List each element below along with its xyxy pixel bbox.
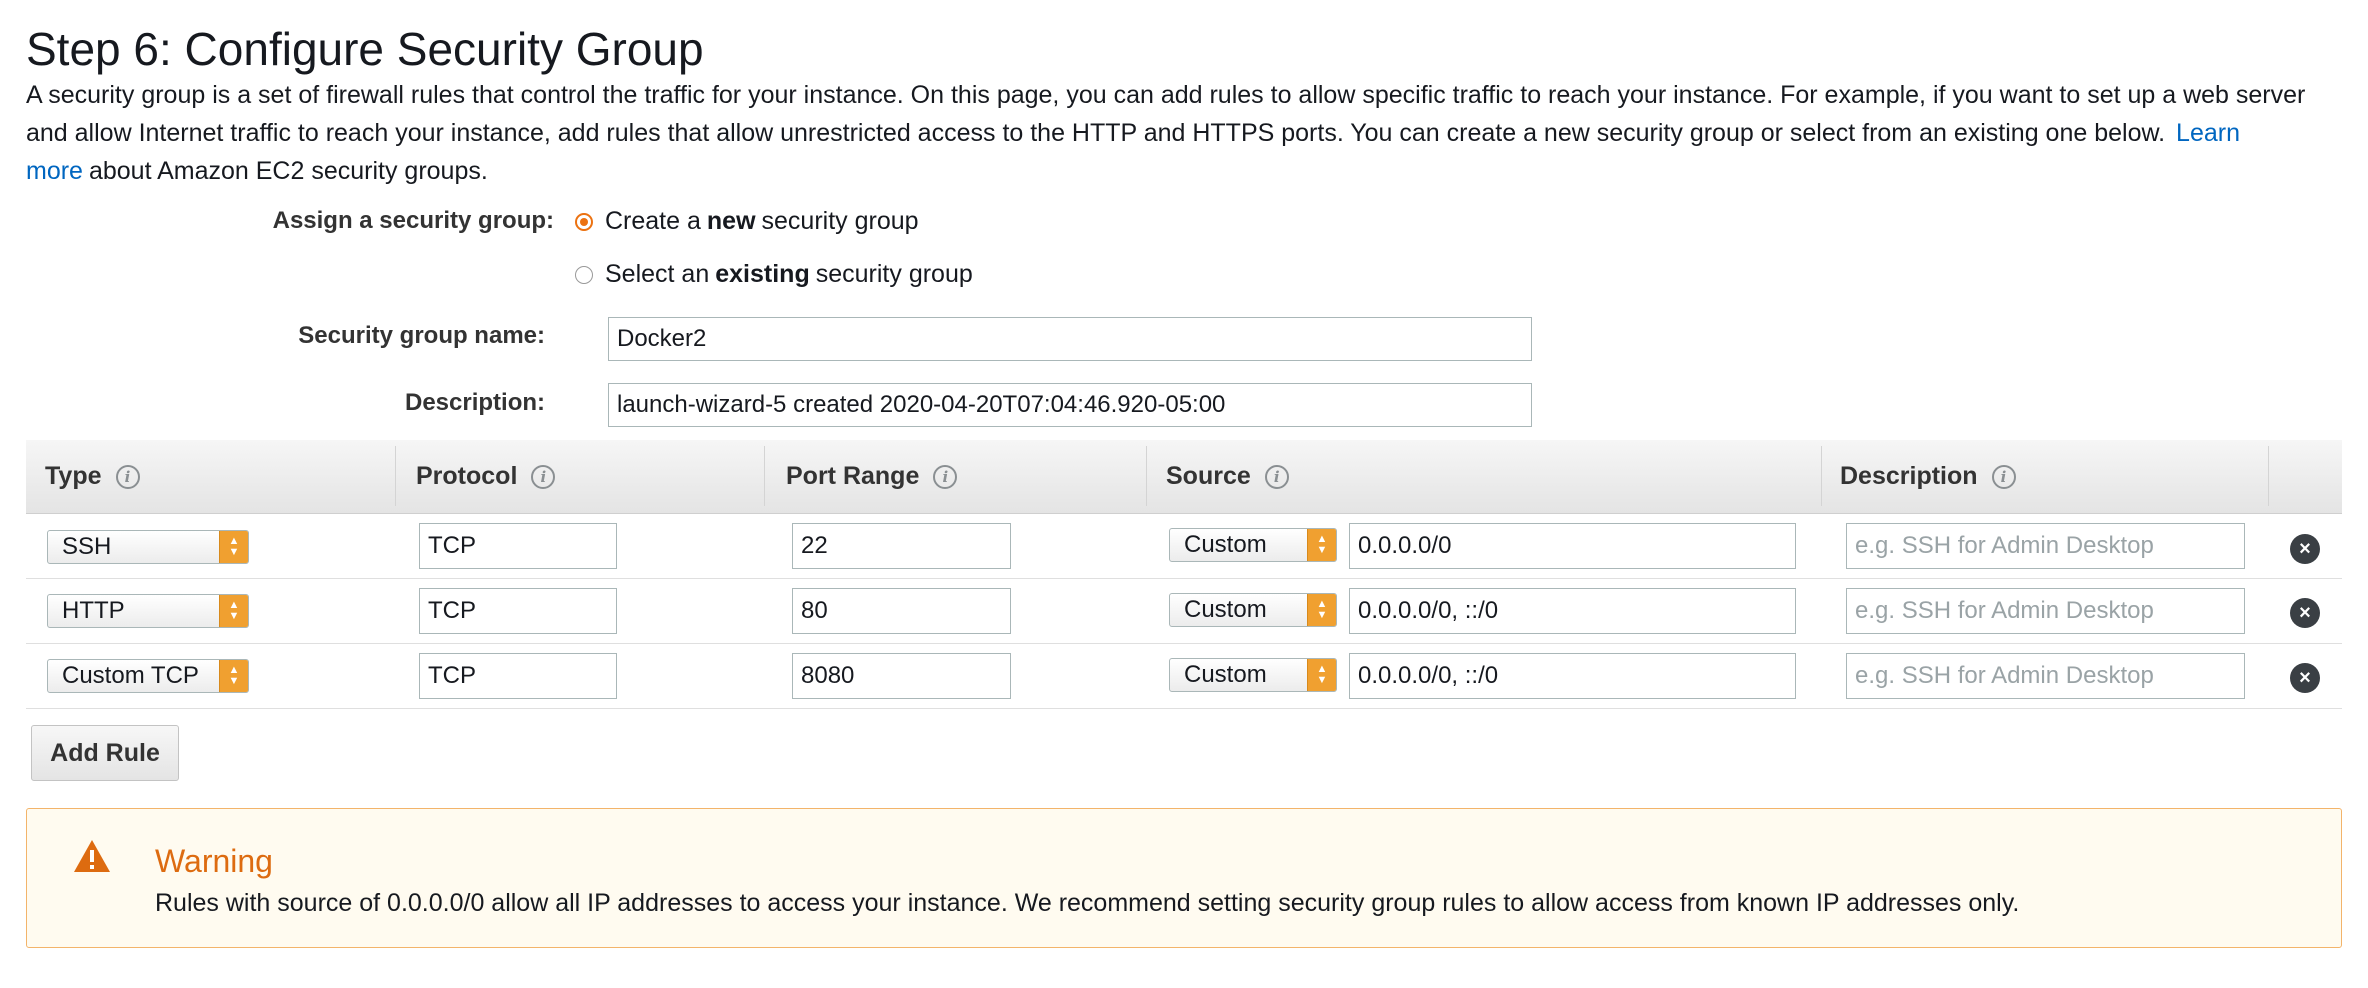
header-protocol-label: Protocol — [416, 462, 518, 490]
security-group-name-input[interactable] — [608, 317, 1532, 361]
source-cidr-input[interactable] — [1349, 523, 1796, 569]
source-cidr-input[interactable] — [1349, 588, 1796, 634]
warning-alert: Warning Rules with source of 0.0.0.0/0 a… — [26, 808, 2342, 948]
header-divider — [395, 446, 396, 506]
header-type-label: Type — [45, 462, 102, 490]
rule-description-input[interactable] — [1846, 653, 2245, 699]
intro-paragraph: A security group is a set of firewall ru… — [26, 76, 2346, 190]
row-divider — [26, 643, 2342, 644]
protocol-field[interactable] — [419, 588, 617, 634]
type-select[interactable]: Custom TCP ▲ ▼ — [47, 659, 249, 693]
chevron-updown-icon: ▲ ▼ — [1307, 659, 1336, 691]
header-divider — [1821, 446, 1822, 506]
info-icon[interactable]: i — [531, 464, 556, 489]
radio-select-existing-indicator[interactable] — [575, 265, 593, 284]
port-range-input[interactable] — [792, 523, 1011, 569]
header-source-label: Source — [1166, 462, 1251, 490]
warning-title: Warning — [155, 843, 273, 879]
rule-description-input[interactable] — [1846, 588, 2245, 634]
close-circle-icon[interactable]: × — [2290, 663, 2320, 693]
radio-create-new-indicator[interactable] — [575, 212, 593, 231]
close-circle-icon[interactable]: × — [2290, 534, 2320, 564]
rules-table-header: Type i Protocol i Port Range i Source i … — [26, 440, 2342, 514]
type-select[interactable]: HTTP ▲ ▼ — [47, 594, 249, 628]
port-range-input[interactable] — [792, 653, 1011, 699]
port-range-input[interactable] — [792, 588, 1011, 634]
intro-suffix: about Amazon EC2 security groups. — [88, 157, 488, 185]
header-port-range: Port Range i — [786, 440, 958, 513]
chevron-updown-icon: ▲ ▼ — [1307, 529, 1336, 561]
header-divider — [1146, 446, 1147, 506]
warning-triangle-icon — [74, 840, 110, 872]
source-cidr-input[interactable] — [1349, 653, 1796, 699]
assign-security-group-label: Assign a security group: — [272, 207, 554, 234]
type-select[interactable]: SSH ▲ ▼ — [47, 530, 249, 564]
radio-select-existing-bold: existing — [715, 260, 810, 288]
chevron-updown-icon: ▲ ▼ — [1307, 594, 1336, 626]
source-type-select[interactable]: Custom ▲ ▼ — [1169, 658, 1337, 692]
row-divider — [26, 708, 2342, 709]
page-title: Step 6: Configure Security Group — [26, 23, 704, 75]
chevron-updown-icon: ▲ ▼ — [219, 531, 248, 563]
rule-description-input[interactable] — [1846, 523, 2245, 569]
description-label: Description: — [404, 389, 545, 416]
security-group-name-label: Security group name: — [298, 322, 545, 349]
radio-select-existing-prefix: Select an — [605, 260, 710, 288]
radio-create-new[interactable]: Create a new security group — [575, 207, 919, 236]
intro-text: A security group is a set of firewall ru… — [26, 81, 2306, 147]
chevron-updown-icon: ▲ ▼ — [219, 595, 248, 627]
radio-select-existing-suffix: security group — [815, 260, 973, 288]
radio-create-new-bold: new — [706, 207, 756, 235]
protocol-field[interactable] — [419, 523, 617, 569]
header-source: Source i — [1166, 440, 1289, 513]
info-icon[interactable]: i — [1991, 464, 2016, 489]
row-divider — [26, 578, 2342, 579]
info-icon[interactable]: i — [1264, 464, 1289, 489]
header-divider — [764, 446, 765, 506]
radio-create-new-prefix: Create a — [605, 207, 701, 235]
description-input[interactable] — [608, 383, 1532, 427]
protocol-field[interactable] — [419, 653, 617, 699]
source-type-select[interactable]: Custom ▲ ▼ — [1169, 593, 1337, 627]
header-description: Description i — [1840, 440, 2016, 513]
source-type-select[interactable]: Custom ▲ ▼ — [1169, 528, 1337, 562]
info-icon[interactable]: i — [933, 464, 958, 489]
close-circle-icon[interactable]: × — [2290, 598, 2320, 628]
header-type: Type i — [45, 440, 140, 513]
add-rule-button[interactable]: Add Rule — [31, 725, 179, 781]
warning-message: Rules with source of 0.0.0.0/0 allow all… — [155, 889, 2020, 917]
radio-create-new-suffix: security group — [761, 207, 919, 235]
header-port-range-label: Port Range — [786, 462, 920, 490]
info-icon[interactable]: i — [115, 464, 140, 489]
header-protocol: Protocol i — [416, 440, 556, 513]
chevron-updown-icon: ▲ ▼ — [219, 660, 248, 692]
radio-select-existing[interactable]: Select an existing security group — [575, 260, 973, 289]
header-description-label: Description — [1840, 462, 1978, 490]
header-divider — [2268, 446, 2269, 506]
configure-security-group-page: Step 6: Configure Security Group A secur… — [0, 0, 2368, 988]
